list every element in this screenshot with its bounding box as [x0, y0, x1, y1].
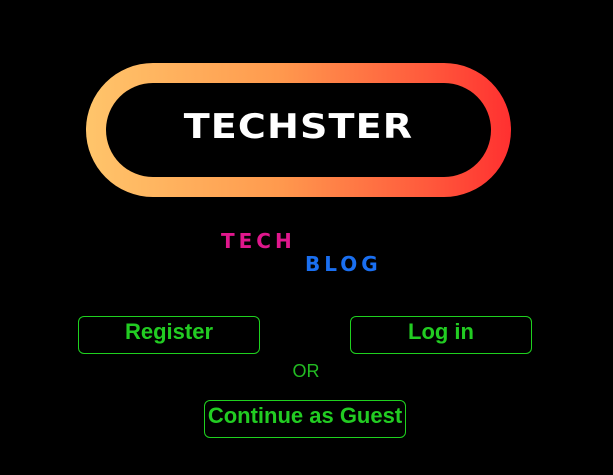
or-separator: OR [292, 361, 320, 381]
subtitle-blog: BLOG [305, 252, 382, 276]
techster-logo: TECHSTER [86, 63, 511, 197]
logo-title: TECHSTER [183, 107, 414, 147]
continue-as-guest-button[interactable]: Continue as Guest [204, 400, 406, 438]
subtitle-tech: TECH [221, 229, 296, 253]
register-button[interactable]: Register [78, 316, 260, 354]
logo-inner: TECHSTER [106, 83, 491, 177]
login-button[interactable]: Log in [350, 316, 532, 354]
